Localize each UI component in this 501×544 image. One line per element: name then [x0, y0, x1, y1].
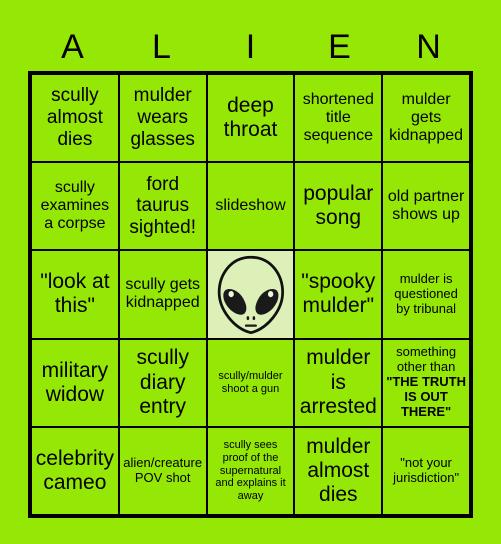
bingo-cell[interactable]: old partner shows up: [381, 161, 471, 252]
bingo-cell-label-emphasis: "THE TRUTH IS OUT THERE": [386, 374, 467, 420]
bingo-cell[interactable]: mulder gets kidnapped: [381, 73, 471, 164]
bingo-cell[interactable]: "look at this": [30, 249, 120, 340]
bingo-cell-label: something other than "THE TRUTH IS OUT T…: [386, 344, 467, 420]
bingo-cell-label: slideshow: [215, 197, 286, 215]
bingo-cell-label: celebrity cameo: [35, 446, 114, 494]
bingo-cell[interactable]: mulder wears glasses: [117, 73, 208, 164]
bingo-cell[interactable]: something other than "THE TRUTH IS OUT T…: [381, 337, 471, 428]
bingo-cell-label: mulder wears glasses: [130, 85, 195, 151]
bingo-cell-label: old partner shows up: [387, 187, 465, 224]
bingo-cell[interactable]: scully/mulder shoot a gun: [205, 337, 296, 428]
bingo-cell[interactable]: deep throat: [205, 73, 296, 164]
bingo-cell-label: "spooky mulder": [301, 270, 376, 318]
bingo-cell[interactable]: scully sees proof of the supernatural an…: [205, 425, 296, 516]
bingo-cell-label: scully almost dies: [46, 85, 103, 151]
bingo-cell-label: "look at this": [40, 270, 110, 318]
bingo-card: A L I E N scully almost dies mulder wears gla…: [0, 0, 501, 544]
bingo-grid: scully almost dies mulder wears glasses de…: [28, 71, 473, 518]
bingo-cell-label: deep throat: [223, 93, 278, 142]
bingo-cell[interactable]: scully examines a corpse: [30, 161, 120, 252]
bingo-cell[interactable]: scully diary entry: [117, 337, 208, 428]
bingo-header: ALIEN: [28, 22, 473, 71]
header-letter-i: I: [245, 27, 256, 66]
bingo-cell[interactable]: scully almost dies: [30, 73, 120, 164]
bingo-cell-label: scully diary entry: [136, 346, 189, 418]
bingo-cell[interactable]: ford taurus sighted!: [117, 161, 208, 252]
header-letter-e: E: [328, 27, 351, 66]
bingo-cell[interactable]: alien/creature POV shot: [117, 425, 208, 516]
bingo-cell-label: popular song: [303, 182, 374, 230]
bingo-cell[interactable]: mulder almost dies: [293, 425, 384, 516]
bingo-cell-label: mulder almost dies: [306, 434, 371, 506]
bingo-cell-label: scully/mulder shoot a gun: [218, 370, 283, 395]
bingo-cell[interactable]: mulder is arrested: [293, 337, 384, 428]
bingo-cell[interactable]: scully gets kidnapped: [117, 249, 208, 340]
bingo-cell-label: military widow: [41, 358, 109, 406]
header-letter-n: N: [416, 27, 441, 66]
alien-head-icon: [217, 256, 284, 335]
bingo-cell[interactable]: shortened title sequence: [293, 73, 384, 164]
bingo-cell[interactable]: celebrity cameo: [30, 425, 120, 516]
header-letter-l: L: [152, 27, 171, 66]
header-letter-a: A: [61, 27, 84, 66]
bingo-cell-label: scully gets kidnapped: [125, 276, 201, 312]
bingo-cell-label: mulder is questioned by tribunal: [394, 271, 458, 316]
bingo-cell[interactable]: slideshow: [205, 161, 296, 252]
bingo-cell[interactable]: "spooky mulder": [293, 249, 384, 340]
bingo-cell[interactable]: "not your jurisdiction": [381, 425, 471, 516]
bingo-cell-label: mulder is arrested: [299, 346, 377, 418]
bingo-cell-label: ford taurus sighted!: [129, 173, 196, 239]
bingo-cell[interactable]: mulder is questioned by tribunal: [381, 249, 471, 340]
bingo-free-space[interactable]: [205, 249, 296, 340]
bingo-cell-label: shortened title sequence: [302, 90, 374, 145]
bingo-cell-label: scully sees proof of the supernatural an…: [215, 439, 286, 502]
bingo-cell-label: mulder gets kidnapped: [389, 90, 464, 145]
bingo-cell[interactable]: military widow: [30, 337, 120, 428]
bingo-cell[interactable]: popular song: [293, 161, 384, 252]
bingo-cell-label: scully examines a corpse: [40, 178, 110, 233]
bingo-cell-label: alien/creature POV shot: [123, 454, 203, 485]
bingo-cell-label-text: something other than: [396, 344, 457, 375]
bingo-cell-label: "not your jurisdiction": [393, 454, 460, 485]
